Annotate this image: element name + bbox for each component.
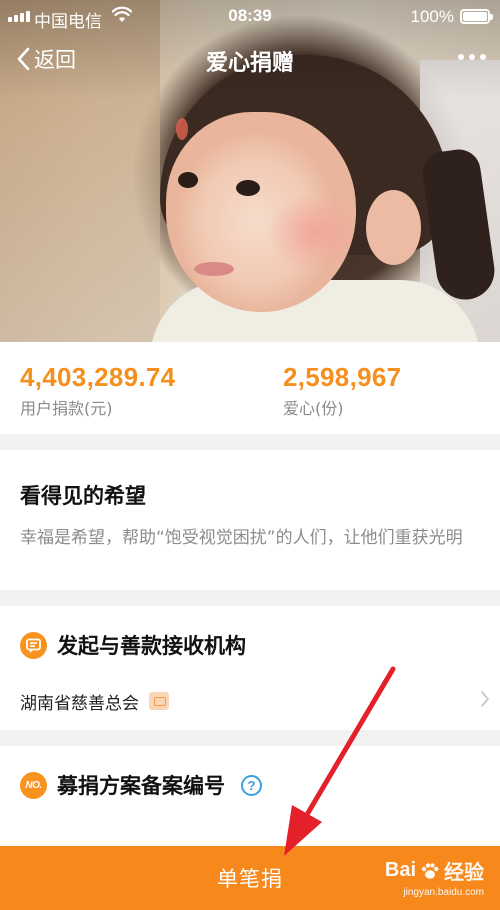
photo-face	[166, 112, 356, 312]
baidu-jingyan-watermark: Bai 经验 jingyan.baidu.com	[385, 856, 484, 898]
status-bar: 中国电信 08:39 100%	[0, 0, 500, 34]
photo-forehead-mark	[176, 118, 188, 140]
organization-name: 湖南省慈善总会	[20, 693, 139, 714]
help-icon[interactable]: ?	[241, 774, 262, 796]
photo-eye-right	[178, 172, 198, 188]
photo-ear	[366, 190, 421, 265]
watermark-brand: Bai 经验	[385, 856, 484, 885]
paw-icon	[421, 862, 439, 879]
organization-section-title: 发起与善款接收机构	[57, 634, 246, 658]
donation-amount-stat: 4,403,289.74 用户捐款(元)	[20, 362, 175, 419]
donation-amount-label: 用户捐款(元)	[20, 399, 113, 418]
chat-bubble-icon	[20, 631, 47, 659]
organization-card: 发起与善款接收机构 湖南省慈善总会	[0, 606, 500, 730]
page-title: 爱心捐赠	[205, 51, 294, 76]
watermark-brand-text: Bai	[384, 859, 416, 881]
love-count-label: 爱心(份)	[283, 399, 344, 418]
photo-eye-left	[236, 180, 260, 196]
number-badge-icon: NO.	[20, 771, 47, 799]
battery-percentage: 100%	[410, 7, 454, 26]
love-count: 2,598,967	[283, 362, 402, 392]
photo-mouth	[194, 262, 234, 276]
project-description: 幸福是希望，帮助“饱受视觉困扰”的人们，让他们重获光明	[20, 528, 463, 548]
organization-header: 发起与善款接收机构	[20, 630, 246, 660]
watermark-url: jingyan.baidu.com	[403, 887, 484, 898]
project-card: 看得见的希望 幸福是希望，帮助“饱受视觉困扰”的人们，让他们重获光明	[0, 450, 500, 590]
love-count-stat: 2,598,967 爱心(份)	[283, 362, 401, 419]
filing-section-title: 募捐方案备案编号	[57, 774, 225, 798]
battery-icon	[460, 9, 493, 24]
certificate-icon	[149, 692, 169, 710]
nav-bar: 返回 爱心捐赠	[0, 36, 500, 82]
filing-header: NO. 募捐方案备案编号 ?	[20, 770, 262, 800]
chevron-right-icon	[481, 691, 489, 707]
donation-stats: 4,403,289.74 用户捐款(元) 2,598,967 爱心(份)	[0, 342, 500, 434]
filing-card: NO. 募捐方案备案编号 ?	[0, 746, 500, 846]
more-dots-icon[interactable]	[458, 54, 486, 60]
single-donation-label: 单笔捐	[217, 867, 283, 891]
watermark-brand-suffix: 经验	[444, 862, 484, 884]
battery-level	[463, 12, 487, 21]
organization-row[interactable]: 湖南省慈善总会	[20, 685, 500, 717]
donation-amount: 4,403,289.74	[20, 362, 176, 392]
project-title: 看得见的希望	[20, 484, 146, 508]
